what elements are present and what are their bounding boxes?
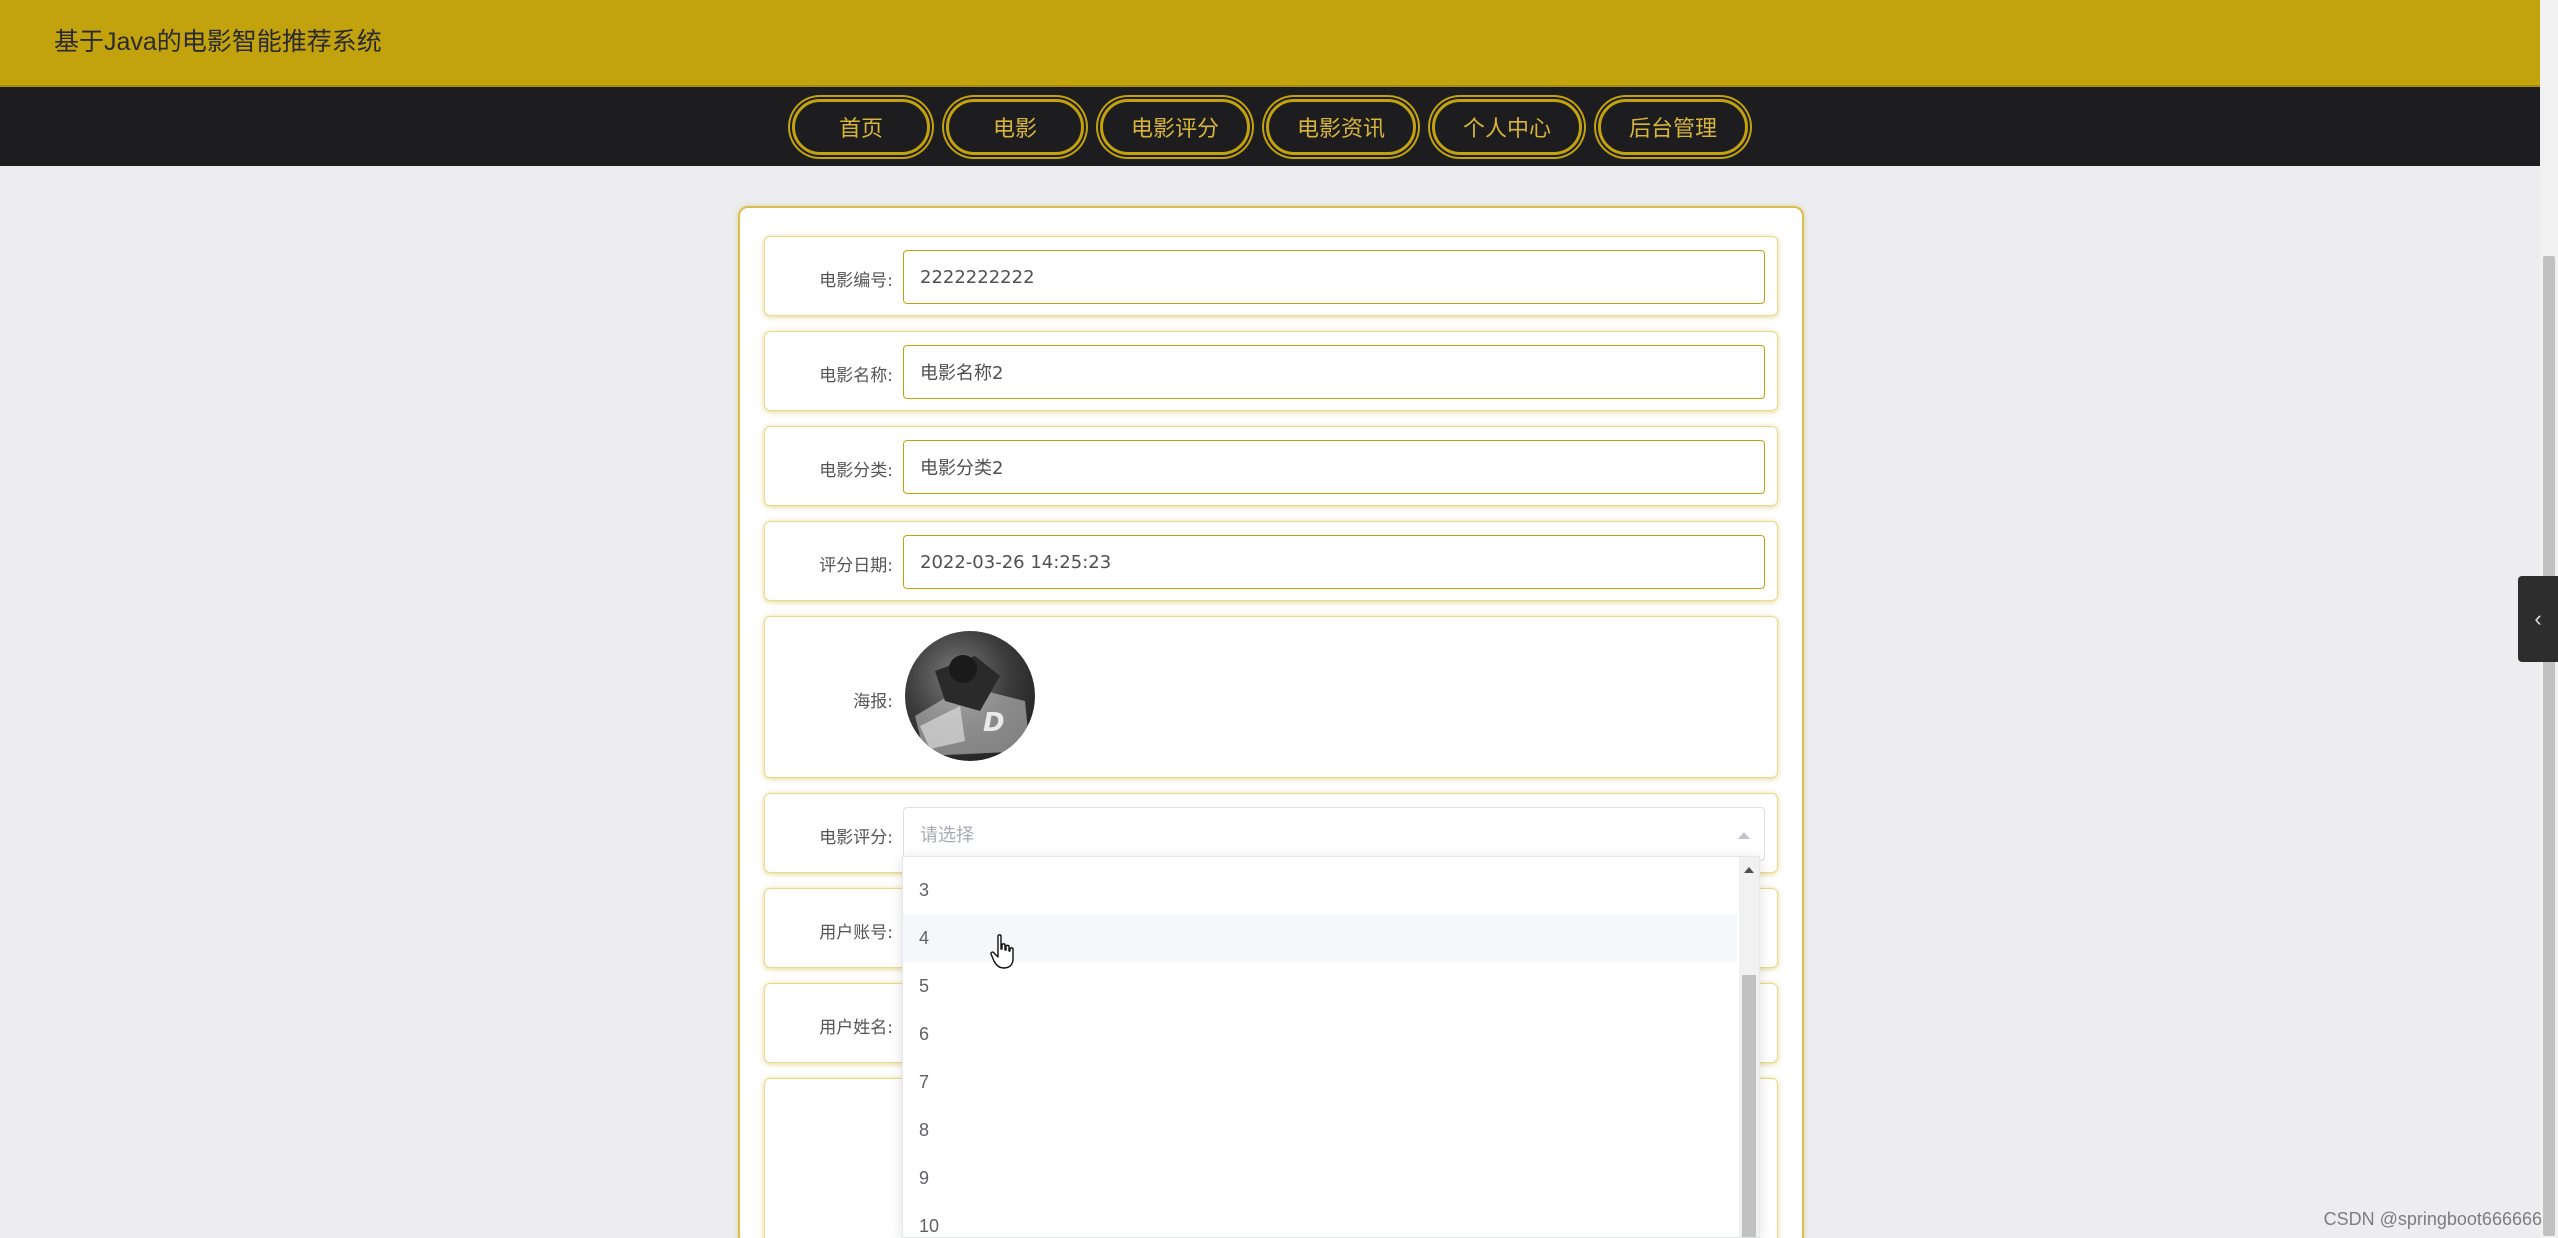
poster-label: 海报: — [853, 692, 893, 712]
user-account-label: 用户账号: — [819, 923, 893, 943]
rating-option[interactable]: 6 — [903, 1010, 1737, 1058]
rating-option[interactable]: 9 — [903, 1154, 1737, 1202]
movie-no-field[interactable]: 2222222222 — [903, 250, 1765, 304]
header-bar: 基于Java的电影智能推荐系统 — [0, 0, 2540, 87]
nav-admin-button[interactable]: 后台管理 — [1598, 98, 1749, 155]
rating-option[interactable]: 7 — [903, 1058, 1737, 1106]
nav-news-button[interactable]: 电影资讯 — [1265, 98, 1416, 155]
svg-text:D: D — [983, 708, 1005, 738]
nav-movies-button[interactable]: 电影 — [945, 98, 1084, 155]
form-row-rating-date: 评分日期: 2022-03-26 14:25:23 — [764, 521, 1778, 601]
rating-options-dropdown: 3 4 5 6 7 8 9 10 — [902, 856, 1760, 1238]
nav-profile-button[interactable]: 个人中心 — [1432, 98, 1583, 155]
hand-pointer-icon — [990, 934, 1014, 969]
movie-category-field[interactable]: 电影分类2 — [903, 440, 1765, 494]
page-scrollbar-thumb[interactable] — [2543, 256, 2555, 1236]
caret-up-icon — [1738, 832, 1750, 839]
form-row-movie-name: 电影名称: 电影名称2 — [764, 331, 1778, 411]
dropdown-scrollbar[interactable] — [1739, 857, 1759, 1237]
dropdown-scrollbar-thumb[interactable] — [1742, 975, 1756, 1237]
rating-option[interactable]: 10 — [903, 1202, 1737, 1237]
rating-option-hovered[interactable]: 4 — [903, 914, 1737, 962]
movie-rating-placeholder: 请选择 — [920, 825, 974, 846]
rating-date-field[interactable]: 2022-03-26 14:25:23 — [903, 535, 1765, 589]
form-row-movie-no: 电影编号: 2222222222 — [764, 236, 1778, 316]
rating-option[interactable]: 5 — [903, 962, 1737, 1010]
movie-no-label: 电影编号: — [819, 271, 893, 291]
nav-home-button[interactable]: 首页 — [791, 98, 930, 155]
scroll-up-arrow-icon[interactable] — [1744, 867, 1754, 873]
movie-category-label: 电影分类: — [819, 461, 893, 481]
nav-ratings-button[interactable]: 电影评分 — [1099, 98, 1250, 155]
user-name-label: 用户姓名: — [819, 1018, 893, 1038]
side-panel-toggle[interactable]: ‹ — [2518, 576, 2558, 662]
poster-image[interactable]: D — [905, 631, 1035, 761]
watermark-text: CSDN @springboot666666 — [2323, 1209, 2542, 1229]
rating-date-label: 评分日期: — [819, 556, 893, 576]
movie-rating-label: 电影评分: — [819, 828, 893, 848]
form-row-poster: 海报: D — [764, 616, 1778, 778]
poster-artwork: D — [915, 655, 1030, 756]
movie-rating-select[interactable]: 请选择 — [903, 807, 1765, 861]
chevron-left-icon: ‹ — [2534, 606, 2542, 631]
movie-name-label: 电影名称: — [819, 366, 893, 386]
form-row-movie-category: 电影分类: 电影分类2 — [764, 426, 1778, 506]
movie-name-field[interactable]: 电影名称2 — [903, 345, 1765, 399]
main-nav: 首页 电影 电影评分 电影资讯 个人中心 后台管理 — [0, 87, 2540, 166]
rating-option[interactable]: 3 — [903, 866, 1737, 914]
rating-option[interactable]: 8 — [903, 1106, 1737, 1154]
app-title: 基于Java的电影智能推荐系统 — [54, 28, 382, 56]
